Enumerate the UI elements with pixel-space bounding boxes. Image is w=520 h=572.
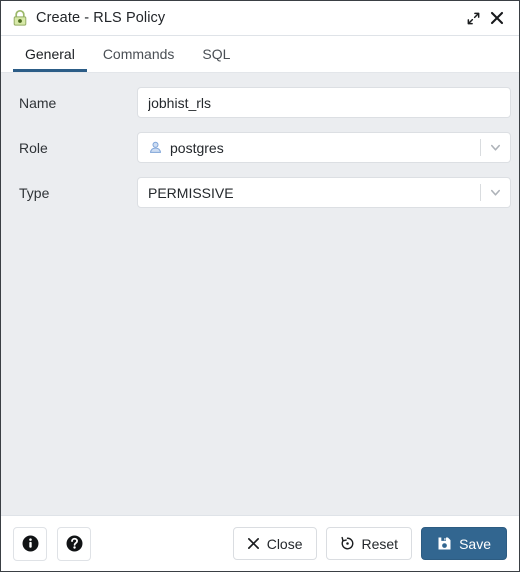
dialog-titlebar: Create - RLS Policy [1,1,519,36]
field-row-type: Type PERMISSIVE [1,177,519,208]
save-floppy-icon [437,536,452,551]
tab-general-label: General [25,46,75,62]
dialog-footer: Close Reset Save [1,515,519,571]
name-input[interactable]: jobhist_rls [137,87,511,118]
help-button[interactable] [57,526,91,561]
create-rls-policy-dialog: Create - RLS Policy General Commands SQL [0,0,520,572]
field-row-role: Role postgres [1,132,519,163]
save-button[interactable]: Save [421,527,507,560]
type-value: PERMISSIVE [148,184,234,201]
role-select[interactable]: postgres [137,132,511,163]
reset-button-label: Reset [361,535,399,552]
user-icon [149,141,162,153]
info-button[interactable] [13,526,47,561]
role-separator [480,139,481,156]
role-label: Role [19,139,48,156]
tab-sql[interactable]: SQL [188,36,244,72]
tab-commands-label: Commands [102,46,175,62]
chevron-down-icon[interactable] [482,186,508,199]
type-label: Type [19,184,50,201]
dialog-title: Create - RLS Policy [36,10,166,26]
tab-commands[interactable]: Commands [89,36,189,72]
close-x-icon [247,537,260,550]
chevron-down-icon[interactable] [482,141,508,154]
close-button[interactable]: Close [232,527,317,560]
reset-button[interactable]: Reset [325,527,413,560]
dialog-tabs: General Commands SQL [1,36,519,73]
expand-icon[interactable] [461,6,485,30]
type-separator [480,184,481,201]
reset-icon [340,536,355,551]
info-icon [22,535,38,552]
general-tab-panel: Name jobhist_rls Role postgres Type PERM… [1,73,519,515]
close-button-label: Close [266,535,303,552]
lock-icon [13,9,27,26]
name-label: Name [19,94,57,111]
save-button-label: Save [459,535,491,552]
close-icon[interactable] [485,6,509,30]
tab-general[interactable]: General [11,36,89,72]
type-select[interactable]: PERMISSIVE [137,177,511,208]
field-row-name: Name jobhist_rls [1,87,519,118]
role-value: postgres [170,139,224,156]
tab-sql-label: SQL [202,46,231,62]
name-value: jobhist_rls [148,94,212,111]
question-mark-icon [66,535,82,552]
